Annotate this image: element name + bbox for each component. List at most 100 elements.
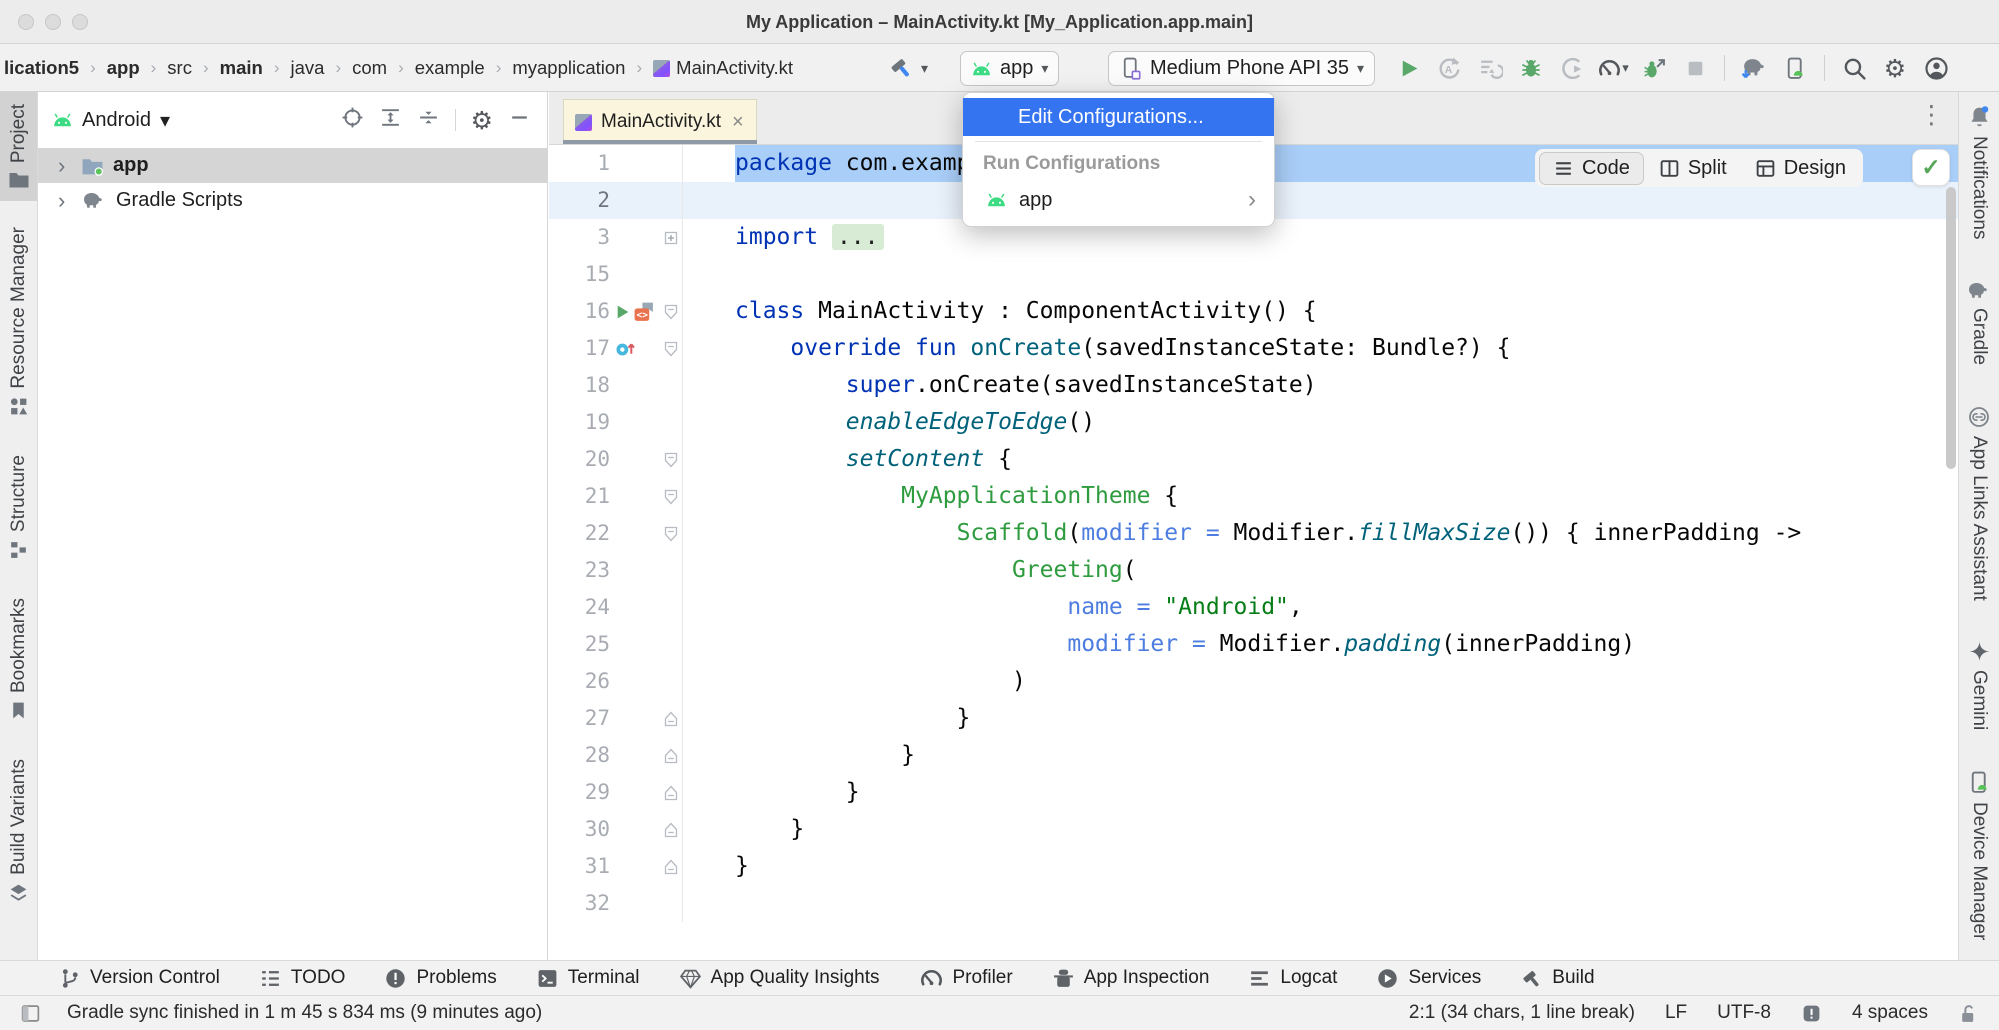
attach-debugger-button[interactable] — [1638, 52, 1670, 84]
tool-window-button-version-control[interactable]: Version Control — [58, 967, 220, 990]
breadcrumb-item[interactable]: com — [352, 57, 387, 79]
fold-marker-up[interactable] — [660, 811, 682, 848]
sync-gradle-button[interactable] — [1738, 52, 1770, 84]
tool-window-button-device-manager[interactable]: Device Manager — [1959, 758, 1999, 952]
code-line-16[interactable]: 16<>class MainActivity : ComponentActivi… — [549, 293, 1958, 330]
tool-window-button-services[interactable]: Services — [1376, 967, 1481, 990]
tool-window-button-problems[interactable]: Problems — [384, 967, 496, 990]
breadcrumb-item[interactable]: main — [220, 57, 263, 79]
view-toggle-code[interactable]: Code — [1539, 152, 1644, 185]
fold-marker-up[interactable] — [660, 774, 682, 811]
profiler-button[interactable]: ▾ — [1597, 52, 1629, 84]
fold-marker-down[interactable] — [660, 293, 682, 330]
code-line-21[interactable]: 21 MyApplicationTheme { — [549, 478, 1958, 515]
debug-button[interactable] — [1515, 52, 1547, 84]
menu-item-edit-configurations[interactable]: Edit Configurations... — [963, 98, 1274, 136]
fold-marker-down[interactable] — [660, 478, 682, 515]
fold-marker-up[interactable] — [660, 737, 682, 774]
settings-button[interactable]: ⚙ — [1879, 52, 1911, 84]
fold-marker-up[interactable] — [660, 848, 682, 885]
profile-button[interactable] — [1556, 52, 1588, 84]
code-line-15[interactable]: 15 — [549, 256, 1958, 293]
fold-marker-down[interactable] — [660, 330, 682, 367]
close-icon[interactable]: × — [732, 111, 744, 134]
tool-window-button-terminal[interactable]: Terminal — [536, 967, 640, 990]
code-line-22[interactable]: 22 Scaffold(modifier = Modifier.fillMaxS… — [549, 515, 1958, 552]
tool-window-button-structure[interactable]: Structure — [0, 443, 37, 572]
expand-all-button[interactable] — [379, 106, 402, 134]
panel-settings-button[interactable]: ⚙ — [471, 106, 493, 135]
collapse-all-button[interactable] — [417, 106, 440, 134]
code-line-19[interactable]: 19 enableEdgeToEdge() — [549, 404, 1958, 441]
breadcrumb-item[interactable]: myapplication — [512, 57, 625, 79]
window-layout-icon[interactable] — [20, 1003, 41, 1024]
tool-window-button-resource-manager[interactable]: Resource Manager — [0, 215, 37, 429]
tool-window-button-gradle[interactable]: Gradle — [1959, 268, 1999, 377]
tool-window-button-build[interactable]: Build — [1520, 967, 1594, 990]
status-file-encoding[interactable]: UTF-8 — [1717, 1002, 1771, 1024]
code-line-20[interactable]: 20 setContent { — [549, 441, 1958, 478]
fold-marker-down[interactable] — [660, 515, 682, 552]
fold-marker-plus[interactable] — [660, 219, 682, 256]
device-manager-button[interactable] — [1779, 52, 1811, 84]
breadcrumb-item[interactable]: lication5 — [4, 57, 79, 79]
tool-window-button-notifications[interactable]: Notifications — [1959, 92, 1999, 252]
hide-panel-button[interactable] — [508, 106, 531, 134]
status-indent-setting[interactable]: 4 spaces — [1852, 1002, 1928, 1024]
code-line-27[interactable]: 27 } — [549, 700, 1958, 737]
breadcrumb-item[interactable]: MainActivity.kt — [653, 57, 793, 79]
override-gutter-icon[interactable] — [615, 338, 635, 359]
editor-scrollbar[interactable] — [1946, 187, 1956, 469]
status-line-separator[interactable]: LF — [1665, 1002, 1687, 1024]
unlock-icon[interactable] — [1958, 1003, 1979, 1024]
view-toggle-split[interactable]: Split — [1646, 153, 1740, 184]
code-line-18[interactable]: 18 super.onCreate(savedInstanceState) — [549, 367, 1958, 404]
status-caret-position[interactable]: 2:1 (34 chars, 1 line break) — [1409, 1002, 1635, 1024]
compose-gutter-icon[interactable]: <> — [633, 301, 655, 323]
device-selector[interactable]: Medium Phone API 35 ▾ — [1108, 51, 1375, 86]
chevron-right-icon[interactable]: › — [58, 188, 72, 214]
code-line-17[interactable]: 17 override fun onCreate(savedInstanceSt… — [549, 330, 1958, 367]
search-everywhere-button[interactable] — [1838, 52, 1870, 84]
run-gutter-icon[interactable] — [615, 304, 630, 320]
code-line-30[interactable]: 30 } — [549, 811, 1958, 848]
apply-changes-button[interactable]: A — [1433, 52, 1465, 84]
tree-item-app[interactable]: ›app — [38, 148, 547, 183]
code-line-29[interactable]: 29 } — [549, 774, 1958, 811]
tool-window-button-app-quality-insights[interactable]: App Quality Insights — [679, 967, 880, 990]
breadcrumb-item[interactable]: src — [167, 57, 192, 79]
tool-window-button-logcat[interactable]: Logcat — [1248, 967, 1337, 990]
project-view-select[interactable]: Android ▾ — [52, 108, 170, 133]
code-line-24[interactable]: 24 name = "Android", — [549, 589, 1958, 626]
fold-marker-down[interactable] — [660, 441, 682, 478]
tool-window-button-app-inspection[interactable]: App Inspection — [1052, 967, 1210, 990]
code-line-23[interactable]: 23 Greeting( — [549, 552, 1958, 589]
apply-code-changes-button[interactable] — [1474, 52, 1506, 84]
locate-file-button[interactable] — [341, 106, 364, 134]
breadcrumb-item[interactable]: example — [415, 57, 485, 79]
tool-window-button-profiler[interactable]: Profiler — [919, 966, 1013, 991]
code-editor[interactable]: 1package com.example.myapplication23impo… — [549, 145, 1958, 960]
tool-window-button-gemini[interactable]: Gemini — [1959, 628, 1999, 742]
build-project-button[interactable]: ▾ — [888, 50, 928, 86]
code-line-28[interactable]: 28 } — [549, 737, 1958, 774]
tool-window-button-app-links-assistant[interactable]: App Links Assistant — [1959, 393, 1999, 613]
tool-window-button-todo[interactable]: TODO — [259, 967, 346, 990]
view-toggle-design[interactable]: Design — [1742, 153, 1859, 184]
account-button[interactable] — [1920, 52, 1952, 84]
menu-item-app[interactable]: app› — [963, 181, 1274, 219]
tree-item-gradle-scripts[interactable]: ›Gradle Scripts — [38, 183, 547, 218]
code-line-32[interactable]: 32 — [549, 885, 1958, 922]
chevron-right-icon[interactable]: › — [58, 153, 72, 179]
code-line-26[interactable]: 26 ) — [549, 663, 1958, 700]
run-configuration-select[interactable]: app ▾ — [960, 51, 1059, 86]
tab-mainactivity[interactable]: MainActivity.kt × — [563, 99, 757, 144]
tab-options-icon[interactable]: ⋮ — [1919, 100, 1944, 129]
run-button[interactable] — [1392, 52, 1424, 84]
breadcrumb-item[interactable]: java — [291, 57, 325, 79]
tool-window-button-build-variants[interactable]: Build Variants — [0, 747, 37, 915]
code-line-25[interactable]: 25 modifier = Modifier.padding(innerPadd… — [549, 626, 1958, 663]
tool-window-button-project[interactable]: Project — [0, 92, 37, 201]
fold-marker-up[interactable] — [660, 700, 682, 737]
tool-window-button-bookmarks[interactable]: Bookmarks — [0, 586, 37, 733]
